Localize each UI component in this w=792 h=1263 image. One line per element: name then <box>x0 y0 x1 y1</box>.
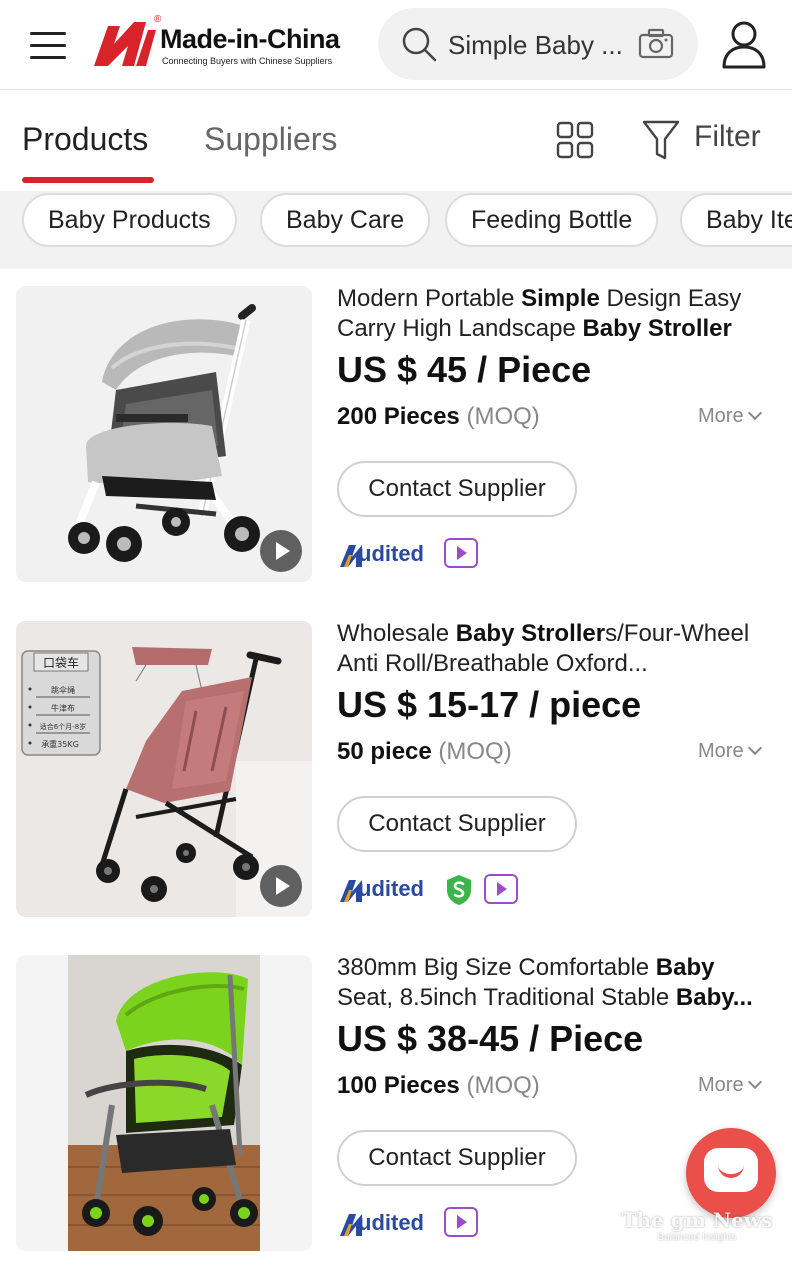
search-icon <box>402 27 437 62</box>
contact-supplier-button[interactable]: Contact Supplier <box>337 461 577 517</box>
product-price: US $ 45 / Piece <box>337 349 592 390</box>
title-text: 380mm Big Size Comfortable <box>337 954 656 981</box>
title-text: Seat, 8.5inch Traditional Stable <box>337 984 676 1011</box>
moq-label: (MOQ) <box>466 403 540 430</box>
category-chips: Baby Products Baby Care Feeding Bottle B… <box>0 191 792 269</box>
moq-label: (MOQ) <box>438 738 512 765</box>
product-price: US $ 15-17 / piece <box>337 684 642 725</box>
chip-baby-care[interactable]: Baby Care <box>260 193 431 247</box>
filter-button[interactable]: Filter <box>694 120 761 154</box>
moq-value: 100 Pieces <box>337 1072 460 1099</box>
chip-feeding-bottle[interactable]: Feeding Bottle <box>445 193 659 247</box>
min-order-quantity: 100 Pieces (MOQ) <box>337 1072 540 1100</box>
contact-supplier-button[interactable]: Contact Supplier <box>337 1130 577 1186</box>
tab-products[interactable]: Products <box>22 121 148 158</box>
search-input[interactable]: Simple Baby ... <box>448 30 623 61</box>
title-keyword: Baby... <box>675 984 753 1011</box>
chip-baby-items[interactable]: Baby Ite <box>680 193 792 247</box>
chat-bubble-icon <box>704 1148 758 1192</box>
product-title[interactable]: 380mm Big Size Comfortable Baby Seat, 8.… <box>337 953 777 1013</box>
hamburger-menu-icon[interactable] <box>30 30 68 62</box>
product-image[interactable] <box>16 955 312 1251</box>
made-in-china-logo[interactable]: ® Made-in-China Connecting Buyers with C… <box>94 14 354 70</box>
video-icon <box>444 538 478 568</box>
audited-badge: udited <box>340 874 434 906</box>
audited-label: udited <box>358 876 424 901</box>
image-label-line: 适合6个月-8岁 <box>40 722 86 731</box>
more-label: More <box>698 740 744 762</box>
moq-value: 50 piece <box>337 738 432 765</box>
grid-view-icon[interactable] <box>556 121 594 159</box>
watermark-subtitle: Balanced Insights <box>657 1232 737 1243</box>
search-bar[interactable]: Simple Baby ... <box>378 8 698 80</box>
top-header: ® Made-in-China Connecting Buyers with C… <box>0 0 792 90</box>
user-account-icon[interactable] <box>720 20 768 70</box>
video-icon <box>484 874 518 904</box>
image-label-line: 牛津布 <box>51 703 75 713</box>
audited-badge: udited <box>340 1208 434 1240</box>
chevron-down-icon <box>747 1074 762 1090</box>
min-order-quantity: 50 piece (MOQ) <box>337 738 512 766</box>
title-keyword: Baby <box>655 954 715 981</box>
more-label: More <box>698 1074 744 1096</box>
play-video-icon[interactable] <box>260 530 302 572</box>
watermark: The gm News Balanced Insights <box>612 1208 782 1243</box>
title-text: Wholesale <box>337 620 456 647</box>
chip-baby-products[interactable]: Baby Products <box>22 193 237 247</box>
filter-funnel-icon[interactable] <box>642 119 680 161</box>
title-text: Modern Portable <box>337 285 522 312</box>
contact-supplier-button[interactable]: Contact Supplier <box>337 796 577 852</box>
more-dropdown[interactable]: More <box>698 1074 762 1097</box>
video-icon <box>444 1207 478 1237</box>
more-label: More <box>698 405 744 427</box>
brand-tagline: Connecting Buyers with Chinese Suppliers <box>162 56 333 66</box>
stroller-green-image <box>16 955 312 1251</box>
brand-name: Made-in-China <box>160 24 340 54</box>
title-keyword: Simple <box>521 285 600 312</box>
image-label-line: 承重35KG <box>41 739 79 749</box>
title-keyword: Baby Stroller <box>582 315 732 342</box>
product-card[interactable]: 口袋车 跳伞绳 牛津布 适合6个月-8岁 承重35KG Wholesale Ba… <box>0 604 792 938</box>
product-title[interactable]: Modern Portable Simple Design Easy Carry… <box>337 284 777 344</box>
chevron-down-icon <box>747 405 762 421</box>
chat-button[interactable] <box>686 1128 776 1218</box>
product-title[interactable]: Wholesale Baby Strollers/Four-Wheel Anti… <box>337 619 777 679</box>
audited-badge: udited <box>340 539 434 571</box>
image-label-line: 跳伞绳 <box>51 685 75 695</box>
audited-label: udited <box>358 1210 424 1235</box>
logo-mark-icon <box>94 22 156 66</box>
chevron-down-icon <box>747 740 762 756</box>
play-video-icon[interactable] <box>260 865 302 907</box>
product-price: US $ 38-45 / Piece <box>337 1018 644 1059</box>
product-image[interactable] <box>16 286 312 582</box>
product-card[interactable]: Modern Portable Simple Design Easy Carry… <box>0 269 792 603</box>
moq-value: 200 Pieces <box>337 403 460 430</box>
watermark-title: The gm News <box>621 1208 773 1232</box>
more-dropdown[interactable]: More <box>698 740 762 763</box>
moq-label: (MOQ) <box>466 1072 540 1099</box>
active-tab-indicator <box>22 177 154 183</box>
shield-icon <box>447 875 471 905</box>
product-image[interactable]: 口袋车 跳伞绳 牛津布 适合6个月-8岁 承重35KG <box>16 621 312 917</box>
more-dropdown[interactable]: More <box>698 405 762 428</box>
camera-icon[interactable] <box>638 28 674 60</box>
audited-label: udited <box>358 541 424 566</box>
image-label-heading: 口袋车 <box>43 655 79 670</box>
result-tabs: Products Suppliers Filter <box>0 91 792 191</box>
title-keyword: Baby Stroller <box>455 620 606 647</box>
tab-suppliers[interactable]: Suppliers <box>204 121 337 158</box>
min-order-quantity: 200 Pieces (MOQ) <box>337 403 540 431</box>
